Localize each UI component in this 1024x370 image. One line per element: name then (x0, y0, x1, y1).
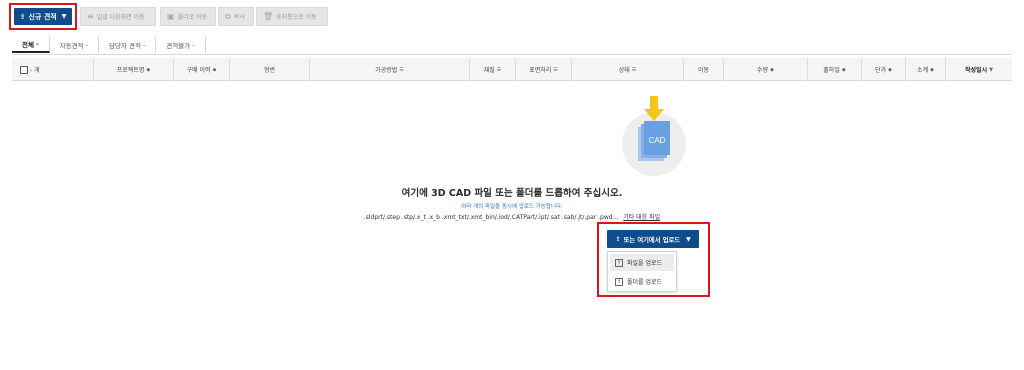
col-status[interactable]: 상태 ☰ (572, 58, 684, 81)
filter-icon: ☰ (631, 66, 637, 73)
trash-icon: 🗑 (263, 12, 274, 21)
folder-icon: ▣ (167, 12, 175, 21)
tab-quote-unavailable[interactable]: 견적불가 - (156, 37, 206, 53)
col-unit-price[interactable]: 단가 ◆ (862, 58, 906, 81)
column-label: 수량 (757, 67, 769, 74)
column-label: 출하일 (823, 67, 840, 74)
new-quote-button[interactable]: ⇪ 신규 견적 ▼ (14, 8, 72, 25)
tab-manager-quote[interactable]: 담당자 견적 - (99, 37, 157, 53)
column-label: 작성일시 (965, 67, 988, 74)
upload-icon: ⇪ (19, 12, 26, 21)
sort-icon: ◆ (888, 66, 892, 73)
folder-upload-icon: ↑ (615, 277, 623, 286)
supported-extensions: .sldprt/.step .stp/.x_t .x_b .xmt_txt/.x… (0, 212, 1024, 221)
sort-icon: ◆ (930, 66, 934, 73)
copy-label: 복사 (233, 14, 245, 21)
col-material[interactable]: 재질 ☰ (470, 58, 516, 81)
filter-icon: ☰ (399, 66, 404, 73)
column-label: 형번 (263, 67, 276, 74)
sort-icon: ◆ (770, 66, 774, 73)
col-move[interactable]: 이동 (684, 58, 724, 81)
sliders-icon: ≡ (87, 12, 94, 21)
column-label: 프로젝트명 (116, 67, 145, 74)
col-part-number[interactable]: 형번 (230, 58, 310, 81)
dropdown-icon: - (142, 41, 146, 49)
filter-tabs: 전체 - 자동견적 - 담당자 견적 - 견적불가 - (12, 37, 206, 53)
upload-subtitle: 여러 개의 파일을 동시에 업로드 가능합니다. (461, 204, 563, 210)
file-upload-icon: ↑ (615, 258, 623, 267)
upload-here-button[interactable]: ⇪ 또는 여기에서 업로드 ▼ (607, 230, 699, 248)
folder-move-label: 폴더로 이동 (177, 14, 208, 21)
column-label: 가공방법 (375, 67, 398, 74)
select-all-column[interactable]: - 개 (12, 58, 94, 81)
upload-dropdown-menu: ↑ 파일을 업로드 ↑ 폴더를 업로드 (607, 251, 677, 292)
tab-label: 자동견적 (59, 42, 84, 50)
column-label: 표면처리 (529, 67, 552, 74)
menu-item-label: 폴더를 업로드 (627, 279, 663, 286)
menu-item-label: 파일을 업로드 (627, 260, 663, 267)
sort-desc-icon: ▼ (989, 66, 993, 73)
upload-icon: ⇪ (615, 235, 621, 243)
sort-icon: ◆ (146, 66, 151, 73)
other-formats-link[interactable]: 기타 대응 파일 (623, 214, 660, 221)
filter-icon: ☰ (553, 66, 558, 73)
tabs-divider (12, 54, 1012, 55)
extensions-text: .sldprt/.step .stp/.x_t .x_b .xmt_txt/.x… (363, 214, 619, 221)
col-subtotal[interactable]: 소계 ◆ (906, 58, 946, 81)
cad-upload-illustration: CAD (622, 96, 686, 178)
dropdown-icon: - (192, 41, 195, 49)
upload-here-label: 또는 여기에서 업로드 (623, 236, 681, 244)
column-label: 구매 이력 (186, 67, 211, 74)
upload-title: 여기에 3D CAD 파일 또는 폴더를 드롭하여 주십시오. (401, 188, 623, 199)
menu-item-upload-folder[interactable]: ↑ 폴더를 업로드 (610, 273, 674, 290)
chevron-down-icon: ▼ (61, 13, 67, 20)
trash-label: 휴지통으로 이동 (276, 14, 317, 21)
menu-item-upload-file[interactable]: ↑ 파일을 업로드 (610, 254, 674, 271)
sort-icon: ◆ (841, 66, 846, 73)
col-ship-date[interactable]: 출하일 ◆ (808, 58, 862, 81)
column-label: 재질 (483, 67, 495, 74)
tab-label: 견적불가 (166, 42, 191, 50)
col-quantity[interactable]: 수량 ◆ (724, 58, 808, 81)
tab-label: 전체 (22, 41, 34, 49)
dropdown-icon: - (35, 40, 39, 48)
sort-icon: ◆ (212, 66, 217, 73)
cad-file-icon: CAD (622, 96, 686, 176)
select-all-checkbox[interactable] (20, 65, 28, 74)
tab-all[interactable]: 전체 - (12, 37, 50, 53)
col-created-at[interactable]: 작성일시 ▼ (946, 58, 1012, 81)
chevron-down-icon: ▼ (686, 235, 691, 243)
column-label: 소계 (917, 67, 929, 74)
trash-button[interactable]: 🗑 휴지통으로 이동 (256, 7, 328, 26)
column-label: 상태 (618, 67, 630, 74)
column-label: 이동 (697, 67, 710, 74)
select-count-label: - 개 (30, 67, 40, 74)
copy-icon: ⧉ (225, 11, 231, 21)
copy-button[interactable]: ⧉ 복사 (218, 7, 254, 26)
bulk-order-button[interactable]: ≡ 일괄 다음화면 이동 (80, 7, 156, 26)
cad-label: CAD (649, 136, 666, 145)
col-purchase-history[interactable]: 구매 이력 ◆ (174, 58, 230, 81)
column-label: 단가 (875, 67, 887, 74)
new-quote-label: 신규 견적 (28, 12, 57, 21)
tab-label: 담당자 견적 (108, 42, 141, 50)
filter-icon: ☰ (496, 66, 502, 73)
col-surface-treatment[interactable]: 표면처리 ☰ (516, 58, 572, 81)
col-process-method[interactable]: 가공방법 ☰ (310, 58, 470, 81)
col-project-name[interactable]: 프로젝트명 ◆ (94, 58, 174, 81)
dropdown-icon: - (85, 41, 88, 49)
folder-move-button[interactable]: ▣ 폴더로 이동 (160, 7, 216, 26)
tab-auto-quote[interactable]: 자동견적 - (50, 37, 99, 53)
table-header: - 개 프로젝트명 ◆ 구매 이력 ◆ 형번 가공방법 ☰ 재질 ☰ 표면처리 ☰ 상태 ☰… (12, 58, 1012, 81)
bulk-order-label: 일괄 다음화면 이동 (96, 14, 145, 21)
